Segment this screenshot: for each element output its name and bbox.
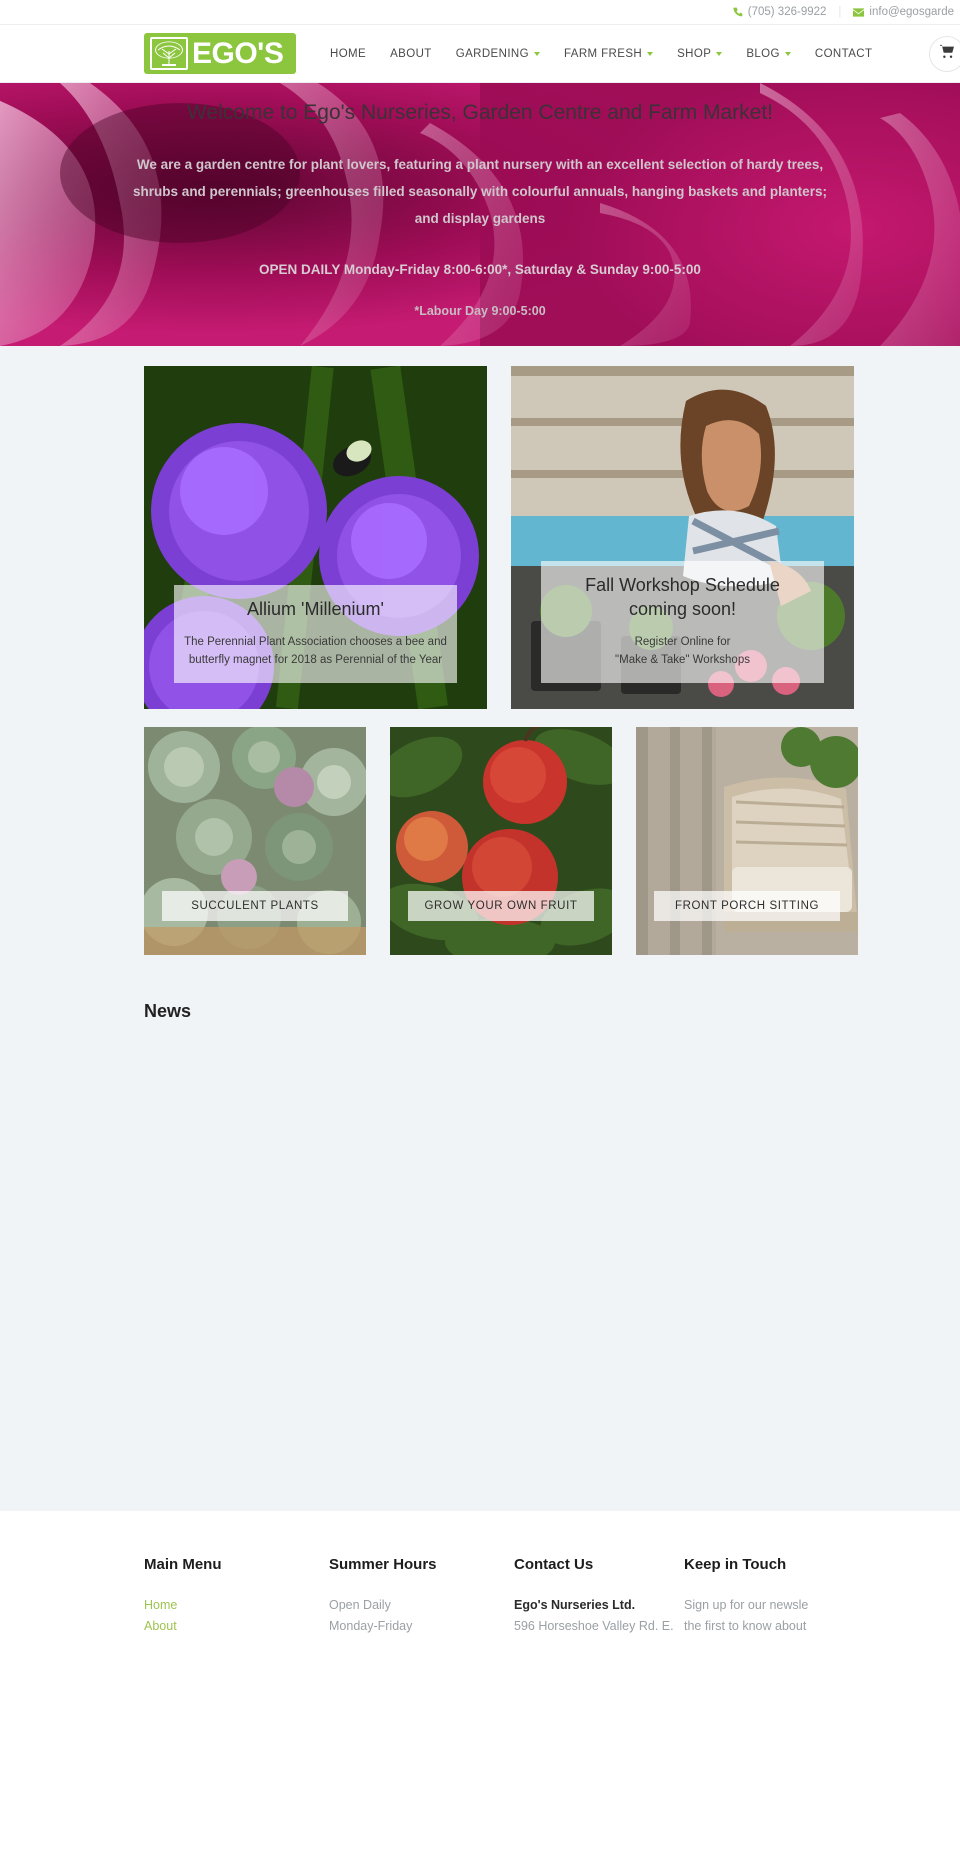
chevron-down-icon	[533, 51, 540, 56]
workshop-title: Fall Workshop Schedule coming soon!	[551, 573, 814, 621]
nav-item-farm-fresh[interactable]: FARM FRESH	[552, 48, 665, 60]
nav-label: GARDENING	[455, 47, 529, 60]
category-card-succulents[interactable]: SUCCULENT PLANTS	[144, 727, 366, 955]
footer-heading-main-menu: Main Menu	[144, 1556, 222, 1573]
category-label-succulents: SUCCULENT PLANTS	[162, 891, 348, 921]
category-card-fruit[interactable]: GROW YOUR OWN FRUIT	[390, 727, 612, 955]
footer-hours-line-2: Monday-Friday	[329, 1619, 413, 1633]
footer-column-contact-us: Contact Us Ego's Nurseries Ltd. 596 Hors…	[514, 1556, 684, 1637]
allium-body-line-1: The Perennial Plant Association chooses …	[184, 636, 447, 648]
main-navigation: HOME ABOUT GARDENING FARM FRESH SHOP BLO…	[318, 48, 884, 60]
utility-topbar: (705) 326-9922 | info@egosgarde	[0, 0, 960, 25]
hero-paragraph-line-2: shrubs and perennials; greenhouses fille…	[133, 184, 827, 199]
category-card-row: SUCCULENT PLANTS GROW YOUR OWN FRUIT FRO…	[144, 709, 858, 955]
footer-newsletter-line-2: the first to know about	[684, 1619, 807, 1633]
shopping-cart-icon	[940, 44, 954, 63]
chevron-down-icon	[647, 51, 654, 56]
hero-paragraph-line-1: We are a garden centre for plant lovers,…	[136, 157, 824, 172]
news-list-empty	[144, 1022, 816, 1509]
tree-logo-icon	[150, 37, 188, 70]
category-card-porch[interactable]: FRONT PORCH SITTING	[636, 727, 858, 955]
nav-item-blog[interactable]: BLOG	[734, 48, 803, 60]
nav-label: CONTACT	[814, 47, 873, 60]
nav-item-gardening[interactable]: GARDENING	[444, 48, 552, 60]
topbar-separator: |	[838, 6, 842, 18]
hero-content: Welcome to Ego's Nurseries, Garden Centr…	[0, 83, 960, 318]
nav-label: FARM FRESH	[563, 47, 643, 60]
workshop-title-line-1: Fall Workshop Schedule	[585, 575, 780, 595]
envelope-icon	[853, 7, 865, 17]
workshop-body-line-1: Register Online for	[634, 636, 731, 648]
nav-item-shop[interactable]: SHOP	[665, 48, 734, 60]
nav-label: ABOUT	[390, 47, 432, 60]
hero-title: Welcome to Ego's Nurseries, Garden Centr…	[186, 101, 773, 124]
chevron-down-icon	[784, 51, 791, 56]
footer-hours-line-1: Open Daily	[329, 1598, 391, 1612]
nav-label: HOME	[330, 47, 367, 60]
footer-heading-summer-hours: Summer Hours	[329, 1556, 437, 1573]
footer-company-address: 596 Horseshoe Valley Rd. E.	[514, 1619, 674, 1633]
footer-column-keep-in-touch: Keep in Touch Sign up for our newsle the…	[684, 1556, 914, 1637]
phone-number: (705) 326-9922	[747, 6, 827, 18]
allium-caption: Allium 'Millenium' The Perennial Plant A…	[174, 585, 457, 683]
footer-link-home[interactable]: Home	[144, 1595, 329, 1616]
footer-heading-keep-in-touch: Keep in Touch	[684, 1556, 787, 1573]
feature-card-workshop[interactable]: Fall Workshop Schedule coming soon! Regi…	[511, 366, 854, 709]
category-label-fruit: GROW YOUR OWN FRUIT	[408, 891, 594, 921]
allium-title: Allium 'Millenium'	[247, 599, 384, 619]
email-address: info@egosgarde	[869, 6, 954, 18]
hero-banner: Welcome to Ego's Nurseries, Garden Centr…	[0, 83, 960, 346]
logo-wordmark: EGO'S	[192, 36, 284, 70]
site-logo[interactable]: EGO'S	[144, 33, 296, 74]
topbar-phone[interactable]: (705) 326-9922	[733, 6, 827, 18]
phone-icon	[733, 7, 743, 17]
hero-hours: OPEN DAILY Monday-Friday 8:00-6:00*, Sat…	[259, 262, 701, 277]
site-header: EGO'S HOME ABOUT GARDENING FARM FRESH SH…	[0, 25, 960, 83]
feature-card-row: Allium 'Millenium' The Perennial Plant A…	[144, 346, 854, 709]
footer-column-summer-hours: Summer Hours Open Daily Monday-Friday	[329, 1556, 514, 1637]
nav-label: BLOG	[746, 47, 780, 60]
allium-body-line-2: butterfly magnet for 2018 as Perennial o…	[188, 654, 443, 666]
chevron-down-icon	[716, 51, 723, 56]
footer-column-main-menu: Main Menu Home About	[144, 1556, 329, 1637]
footer-link-about[interactable]: About	[144, 1616, 329, 1637]
hero-paragraph-line-3: and display gardens	[414, 211, 546, 226]
category-label-porch: FRONT PORCH SITTING	[654, 891, 840, 921]
content-container: Allium 'Millenium' The Perennial Plant A…	[0, 346, 960, 1509]
workshop-caption: Fall Workshop Schedule coming soon! Regi…	[541, 561, 824, 683]
news-heading: News	[144, 1001, 192, 1021]
feature-card-allium[interactable]: Allium 'Millenium' The Perennial Plant A…	[144, 366, 487, 709]
hero-paragraph: We are a garden centre for plant lovers,…	[100, 151, 860, 232]
hero-holiday-note: *Labour Day 9:00-5:00	[414, 304, 546, 318]
nav-item-about[interactable]: ABOUT	[378, 48, 444, 60]
nav-item-contact[interactable]: CONTACT	[803, 48, 885, 60]
main-content: Allium 'Millenium' The Perennial Plant A…	[0, 346, 960, 1511]
site-footer: Main Menu Home About Summer Hours Open D…	[0, 1511, 960, 1637]
cart-button[interactable]	[929, 35, 960, 72]
topbar-email[interactable]: info@egosgarde	[853, 6, 954, 18]
workshop-body-line-2: "Make & Take" Workshops	[615, 654, 750, 666]
nav-label: SHOP	[677, 47, 712, 60]
footer-company-name: Ego's Nurseries Ltd.	[514, 1598, 636, 1612]
footer-heading-contact-us: Contact Us	[514, 1556, 594, 1573]
footer-newsletter-line-1: Sign up for our newsle	[684, 1598, 809, 1612]
workshop-title-line-2: coming soon!	[628, 599, 737, 619]
nav-item-home[interactable]: HOME	[318, 48, 378, 60]
